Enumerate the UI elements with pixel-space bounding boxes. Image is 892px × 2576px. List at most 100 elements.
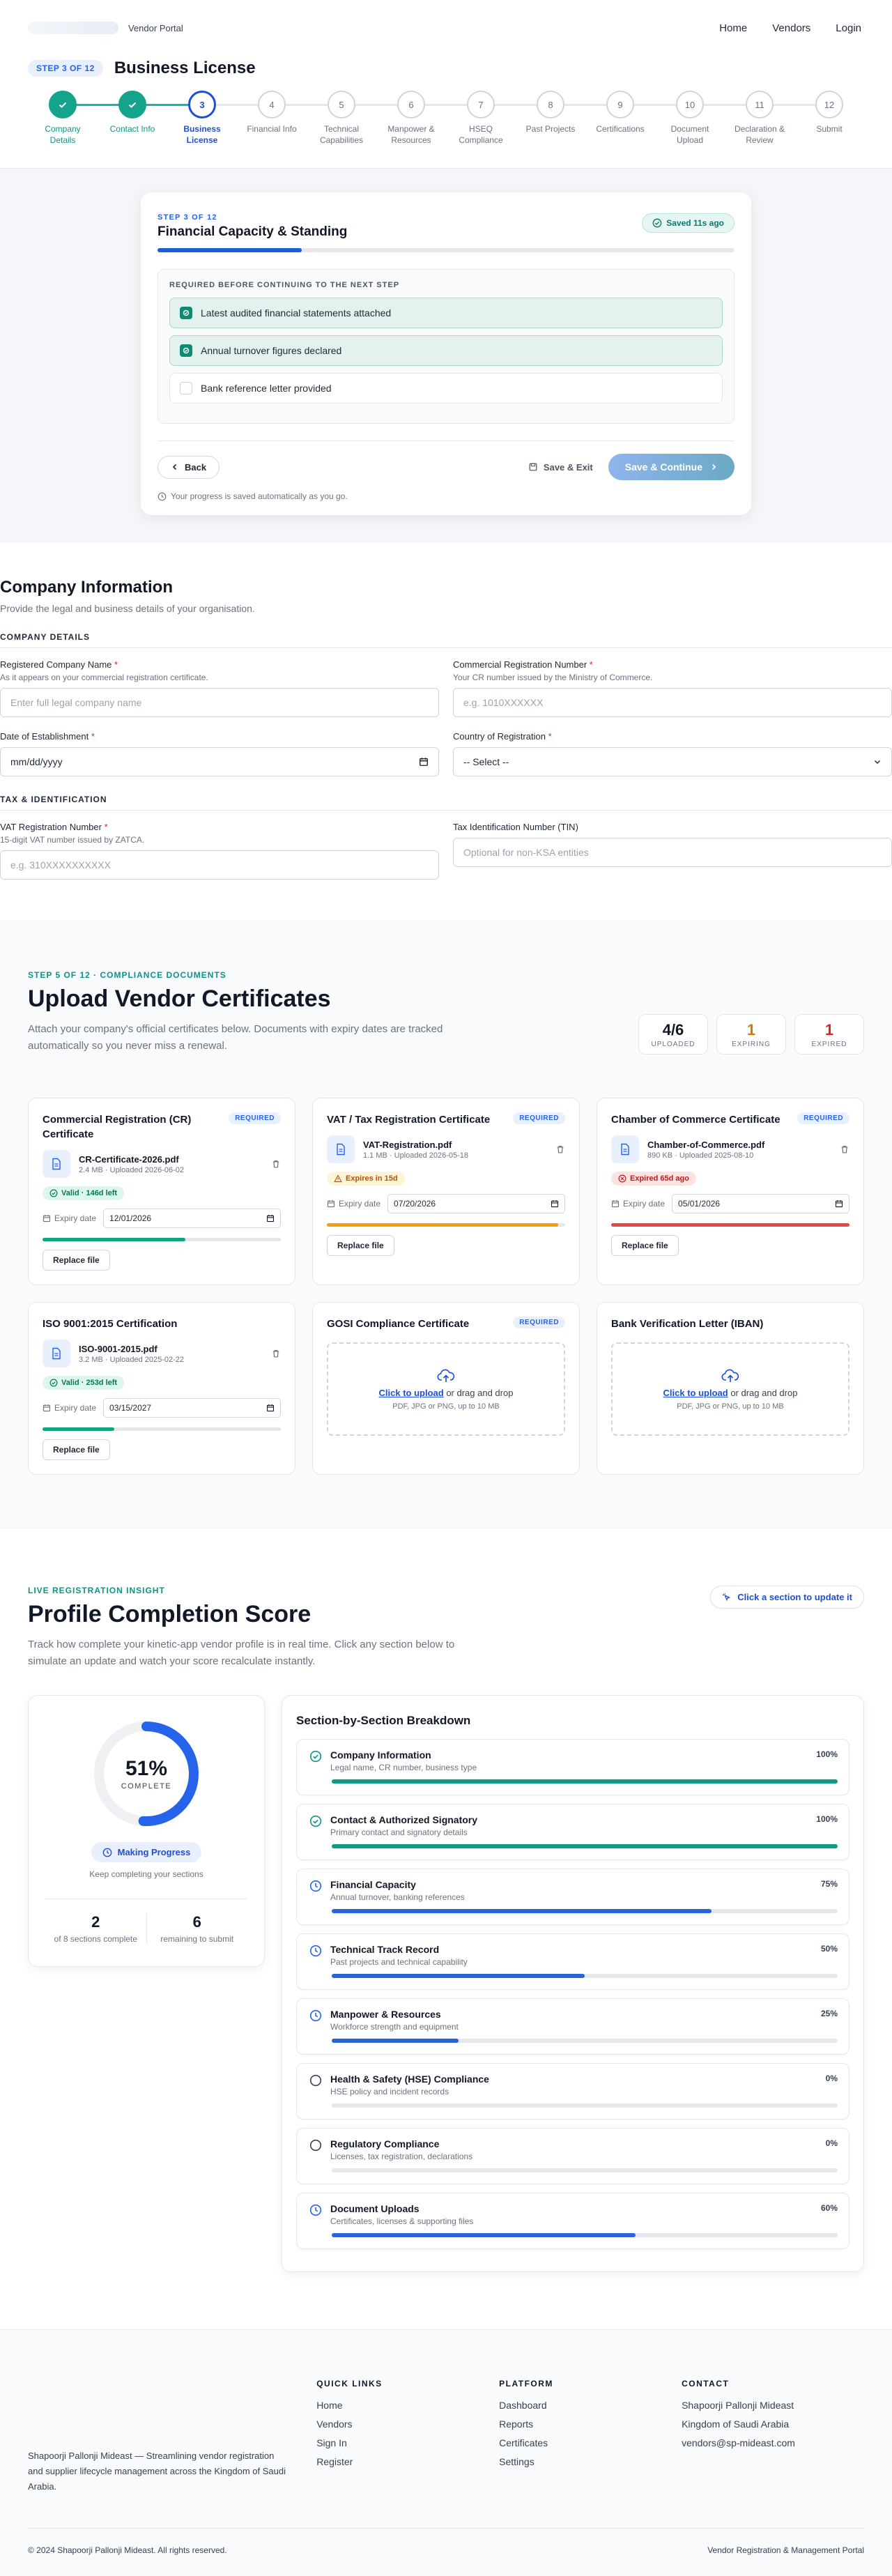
cr-number-input[interactable]: e.g. 1010XXXXXX (453, 688, 892, 718)
step-8[interactable]: 8 Past Projects (516, 91, 620, 146)
calendar-icon (43, 1404, 51, 1412)
step-1[interactable]: Company Details (28, 91, 132, 146)
expiry-date-input[interactable]: 07/20/2026 (387, 1194, 565, 1214)
step-label: Certifications (596, 124, 645, 134)
replace-file-button[interactable]: Replace file (327, 1235, 394, 1257)
vat-help: 15-digit VAT number issued by ZATCA. (0, 835, 145, 845)
breakdown-item[interactable]: Company Information Legal name, CR number… (296, 1739, 849, 1796)
checklist-item[interactable]: Annual turnover figures declared (169, 335, 723, 367)
footer-link-dashboard[interactable]: Dashboard (499, 2400, 682, 2411)
calendar-icon[interactable] (835, 1199, 843, 1208)
section-description: Annual turnover, banking references (330, 1892, 465, 1903)
nav-login[interactable]: Login (836, 22, 861, 34)
expiry-date-input[interactable]: 03/15/2027 (103, 1398, 281, 1418)
update-section-pill[interactable]: Click a section to update it (710, 1586, 864, 1609)
breakdown-item[interactable]: Contact & Authorized Signatory Primary co… (296, 1804, 849, 1861)
step-2[interactable]: Contact Info (98, 91, 202, 146)
step-11[interactable]: 11 Declaration & Review (725, 91, 829, 146)
progress-status-badge: Making Progress (91, 1842, 202, 1863)
vat-input[interactable]: e.g. 310XXXXXXXXXX (0, 850, 439, 880)
breakdown-item[interactable]: Regulatory Compliance Licenses, tax regis… (296, 2128, 849, 2185)
step-3[interactable]: 3 Business License (167, 91, 272, 146)
nav-home[interactable]: Home (719, 22, 747, 34)
checklist-heading: REQUIRED BEFORE CONTINUING TO THE NEXT S… (169, 281, 400, 290)
file-name: VAT-Registration.pdf (363, 1139, 452, 1150)
footer-link-reports[interactable]: Reports (499, 2418, 682, 2430)
cr-number-label: Commercial Registration Number * (453, 659, 593, 670)
stat-number: 4/6 (662, 1020, 684, 1038)
replace-file-button[interactable]: Replace file (43, 1250, 110, 1271)
checklist-item[interactable]: Latest audited financial statements atta… (169, 298, 723, 329)
checkbox-checked-icon[interactable] (180, 307, 192, 320)
country-select[interactable]: -- Select -- (453, 747, 892, 777)
footer-link-home[interactable]: Home (316, 2400, 499, 2411)
stat-label: EXPIRING (732, 1040, 771, 1048)
checkbox-icon[interactable] (180, 382, 192, 395)
trash-icon[interactable] (271, 1349, 281, 1358)
upload-dropzone[interactable]: Click to upload or drag and drop PDF, JPG… (611, 1342, 849, 1436)
calendar-icon[interactable] (551, 1199, 559, 1208)
section-name: Regulatory Compliance (330, 2138, 440, 2150)
tin-input[interactable]: Optional for non-KSA entities (453, 838, 892, 868)
step-9[interactable]: 9 Certifications (585, 91, 690, 146)
gate-progress-fill (157, 248, 302, 253)
breakdown-item[interactable]: Manpower & Resources Workforce strength a… (296, 1998, 849, 2055)
breakdown-item[interactable]: Document Uploads Certificates, licenses &… (296, 2193, 849, 2250)
brand[interactable]: Vendor Portal (28, 22, 183, 34)
check-circle-icon (49, 1189, 58, 1197)
step-circle: 3 (188, 91, 216, 118)
trash-icon[interactable] (555, 1144, 565, 1154)
date-placeholder: mm/dd/yyyy (10, 756, 63, 768)
step-circle: 6 (397, 91, 425, 118)
section-percent: 60% (820, 2203, 838, 2214)
section-description: Certificates, licenses & supporting file… (330, 2216, 474, 2227)
card-header: ISO 9001:2015 Certification (43, 1317, 281, 1331)
validity-fill (43, 1238, 186, 1242)
company-name-input[interactable]: Enter full legal company name (0, 688, 439, 718)
contact-email[interactable]: vendors@sp-mideast.com (682, 2437, 864, 2448)
stat-expiring: 1 EXPIRING (716, 1014, 786, 1055)
breakdown-item[interactable]: Financial Capacity Annual turnover, banki… (296, 1869, 849, 1926)
checklist-item[interactable]: Bank reference letter provided (169, 373, 723, 404)
footer-link-certificates[interactable]: Certificates (499, 2437, 682, 2448)
step-12[interactable]: 12 Submit (794, 91, 864, 146)
footer-link-vendors[interactable]: Vendors (316, 2418, 499, 2430)
establishment-date-input[interactable]: mm/dd/yyyy (0, 747, 439, 777)
footer-link-signin[interactable]: Sign In (316, 2437, 499, 2448)
step-10[interactable]: 10 Document Upload (655, 91, 760, 146)
breakdown-card: Section-by-Section Breakdown Company Inf… (282, 1695, 864, 2273)
step-circle: 5 (328, 91, 355, 118)
calendar-icon (611, 1199, 620, 1208)
replace-file-button[interactable]: Replace file (43, 1439, 110, 1461)
step-5[interactable]: 5 Technical Capabilities (307, 91, 411, 146)
save-continue-button[interactable]: Save & Continue (608, 454, 735, 481)
upload-link[interactable]: Click to upload (663, 1388, 728, 1398)
save-exit-button[interactable]: Save & Exit (528, 462, 593, 473)
upload-dropzone[interactable]: Click to upload or drag and drop PDF, JPG… (327, 1342, 565, 1436)
replace-file-button[interactable]: Replace file (611, 1235, 679, 1257)
step-6[interactable]: 6 Manpower & Resources (376, 91, 481, 146)
expiry-date-input[interactable]: 12/01/2026 (103, 1209, 281, 1229)
step-number: 5 (339, 99, 344, 110)
expiry-date-input[interactable]: 05/01/2026 (672, 1194, 849, 1214)
establishment-date-label: Date of Establishment * (0, 731, 95, 742)
trash-icon[interactable] (840, 1144, 849, 1154)
step-7[interactable]: 7 HSEQ Compliance (446, 91, 551, 146)
calendar-icon[interactable] (266, 1214, 275, 1222)
breakdown-item[interactable]: Technical Track Record Past projects and … (296, 1933, 849, 1991)
nav-vendors[interactable]: Vendors (772, 22, 810, 34)
checkbox-checked-icon[interactable] (180, 344, 192, 358)
footer-platform: PLATFORM Dashboard Reports Certificates … (499, 2379, 682, 2494)
calendar-icon (327, 1199, 335, 1208)
breakdown-item[interactable]: Health & Safety (HSE) Compliance HSE poli… (296, 2063, 849, 2120)
footer-link-settings[interactable]: Settings (499, 2456, 682, 2467)
upload-link[interactable]: Click to upload (379, 1388, 444, 1398)
calendar-icon[interactable] (266, 1404, 275, 1412)
clock-icon (309, 2009, 322, 2022)
trash-icon[interactable] (271, 1159, 281, 1169)
calendar-icon[interactable] (419, 757, 429, 767)
footer-link-register[interactable]: Register (316, 2456, 499, 2467)
site-header: Vendor Portal Home Vendors Login (0, 0, 892, 56)
back-button[interactable]: Back (157, 455, 220, 479)
step-4[interactable]: 4 Financial Info (237, 91, 341, 146)
